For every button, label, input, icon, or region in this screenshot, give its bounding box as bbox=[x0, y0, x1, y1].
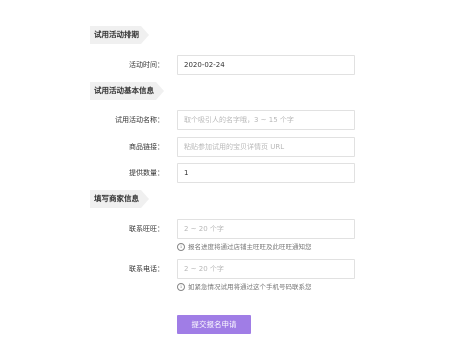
info-circle-icon: i bbox=[177, 243, 185, 251]
phone-input[interactable] bbox=[177, 259, 355, 279]
section-trial-schedule: 试用活动排期 bbox=[90, 26, 149, 44]
section-trial-basic-info: 试用活动基本信息 bbox=[90, 82, 164, 100]
phone-hint: i 如紧急情况试用将通过这个手机号码联系您 bbox=[177, 281, 312, 291]
product-link-input[interactable] bbox=[177, 137, 355, 157]
activity-time-field[interactable] bbox=[177, 55, 355, 75]
activity-time-label: 活动时间： bbox=[129, 61, 164, 69]
info-circle-icon: i bbox=[177, 283, 185, 291]
section-merchant-info: 填写商家信息 bbox=[90, 190, 149, 208]
phone-label: 联系电话： bbox=[129, 265, 164, 273]
activity-name-label: 试用活动名称： bbox=[115, 116, 164, 124]
wangwang-hint: i 报名进度将通过店铺主旺旺及此旺旺通知您 bbox=[177, 241, 312, 251]
quantity-input[interactable] bbox=[177, 163, 355, 183]
wangwang-label: 联系旺旺： bbox=[129, 225, 164, 233]
wangwang-hint-text: 报名进度将通过店铺主旺旺及此旺旺通知您 bbox=[188, 243, 312, 251]
wangwang-input[interactable] bbox=[177, 219, 355, 239]
product-link-label: 商品链接： bbox=[129, 143, 164, 151]
phone-hint-text: 如紧急情况试用将通过这个手机号码联系您 bbox=[188, 283, 312, 291]
activity-name-input[interactable] bbox=[177, 110, 355, 130]
quantity-label: 提供数量： bbox=[129, 169, 164, 177]
submit-application-button[interactable]: 提交报名申请 bbox=[177, 315, 251, 334]
